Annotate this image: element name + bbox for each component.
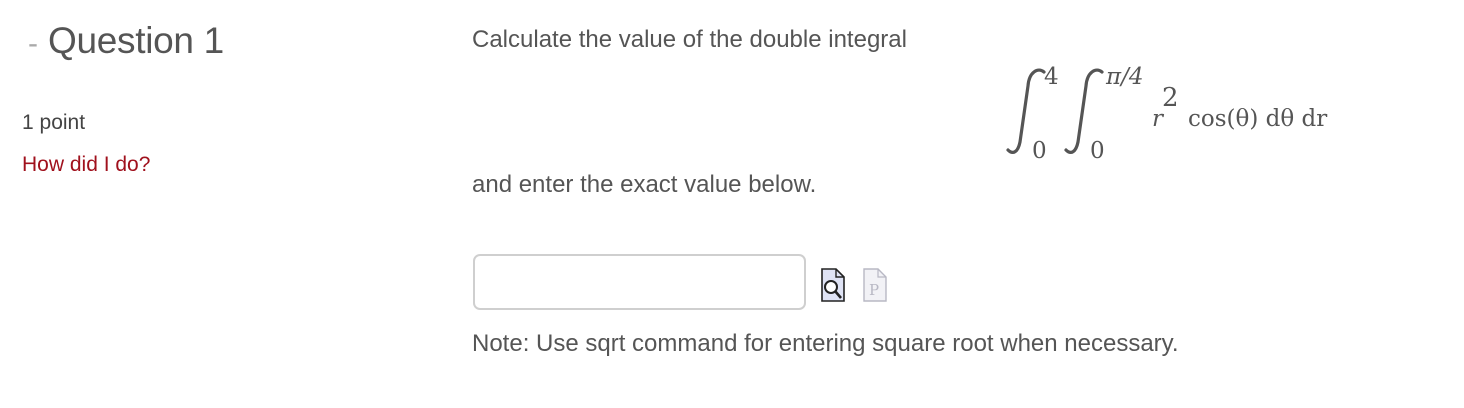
- preview-magnifier-icon[interactable]: [821, 268, 845, 302]
- answer-input[interactable]: [473, 254, 806, 310]
- problem-prompt: Calculate the value of the double integr…: [472, 26, 907, 53]
- sqrt-note: Note: Use sqrt command for entering squa…: [472, 330, 1179, 357]
- outer-upper-limit: 4: [1044, 64, 1059, 90]
- double-integral-expression: 4 0 π/4 0 r 2 cos(θ) dθ dr: [1006, 64, 1327, 164]
- how-did-i-do-link[interactable]: How did I do?: [22, 153, 150, 177]
- collapse-toggle[interactable]: -: [28, 27, 38, 61]
- outer-lower-limit: 0: [1032, 138, 1047, 164]
- question-header: - Question 1: [28, 20, 224, 62]
- problem-instruction: and enter the exact value below.: [472, 171, 817, 198]
- question-points: 1 point: [22, 111, 86, 134]
- p-document-icon[interactable]: P: [863, 268, 887, 302]
- inner-upper-limit: π/4: [1105, 64, 1144, 90]
- svg-text:P: P: [869, 281, 879, 299]
- integrand-rest: cos(θ) dθ dr: [1188, 106, 1327, 132]
- question-title: Question 1: [48, 20, 224, 61]
- integrand-exponent: 2: [1162, 83, 1179, 113]
- inner-lower-limit: 0: [1090, 138, 1105, 164]
